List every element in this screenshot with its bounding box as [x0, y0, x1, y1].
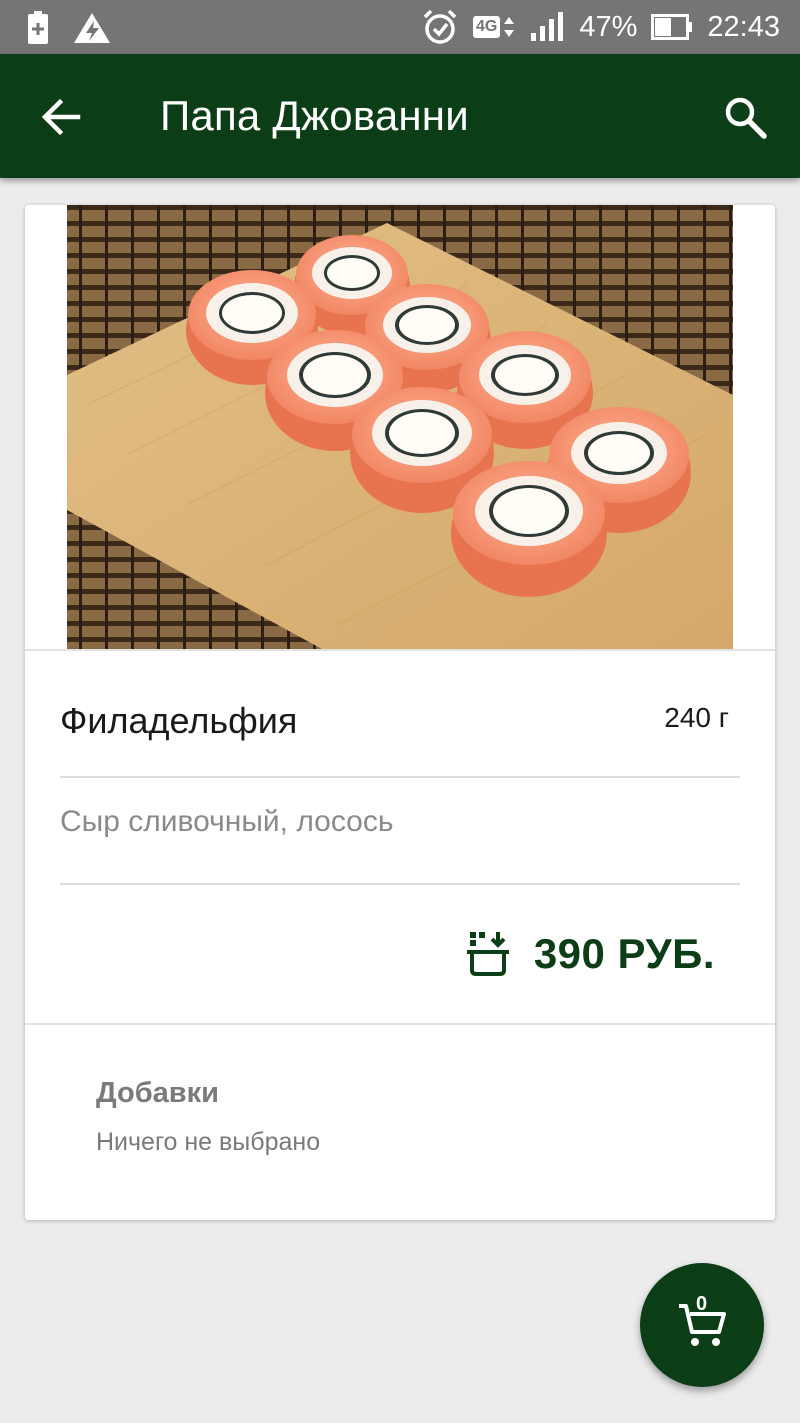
search-button[interactable]: [720, 92, 770, 142]
search-icon: [725, 97, 767, 139]
sushi-rolls-photo: [67, 205, 733, 649]
warning-icon: [74, 13, 110, 43]
product-description: Сыр сливочный, лосось: [60, 805, 394, 838]
back-button[interactable]: [38, 94, 84, 140]
battery-icon: [651, 14, 693, 40]
image-divider: [25, 649, 775, 651]
product-card: Филадельфия 240 г Сыр сливочный, лосось …: [25, 205, 775, 1220]
arrow-back-icon: [41, 98, 81, 136]
addons-selector[interactable]: Добавки Ничего не выбрано: [25, 1025, 775, 1220]
add-to-basket-icon: [466, 932, 509, 976]
cart-count: 0: [696, 1293, 708, 1315]
divider: [60, 883, 740, 885]
signal-icon: [531, 12, 564, 41]
product-name: Филадельфия: [60, 700, 298, 741]
battery-saver-icon: [28, 11, 48, 44]
status-bar: 4G 47% 22:43: [0, 0, 800, 54]
divider: [60, 776, 740, 778]
lte-badge: 4G: [473, 16, 501, 38]
product-price: 390 РУБ.: [533, 930, 715, 977]
product-weight: 240 г: [664, 702, 729, 733]
network-type: 4G: [473, 15, 515, 39]
app-bar: Папа Джованни: [0, 54, 800, 178]
alarm-icon: [423, 9, 457, 44]
data-arrows-icon: [504, 17, 515, 37]
add-to-cart-button[interactable]: 390 РУБ.: [464, 930, 715, 978]
battery-percent: 47%: [579, 10, 638, 43]
addons-value: Ничего не выбрано: [96, 1128, 321, 1156]
addons-title: Добавки: [96, 1077, 219, 1109]
page-title: Папа Джованни: [160, 92, 469, 139]
product-image: [67, 205, 733, 649]
clock: 22:43: [707, 10, 780, 43]
cart-fab[interactable]: 0: [640, 1263, 764, 1387]
